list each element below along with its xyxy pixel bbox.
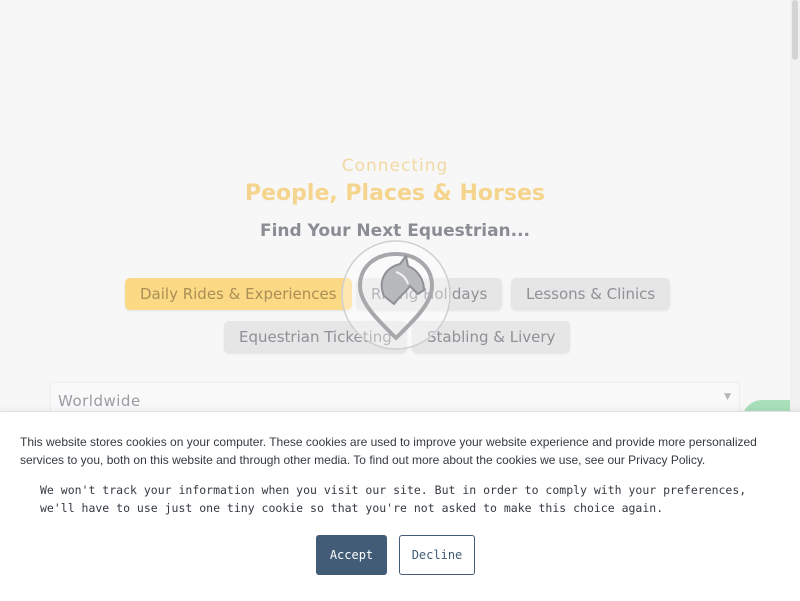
category-daily-rides-button[interactable]: Daily Rides & Experiences bbox=[125, 278, 352, 310]
category-lessons-clinics-button[interactable]: Lessons & Clinics bbox=[511, 278, 671, 310]
decline-cookies-button[interactable]: Decline bbox=[399, 535, 475, 575]
hero-tagline: Connecting bbox=[341, 156, 449, 176]
cookie-tracking-text: We won't track your information when you… bbox=[40, 483, 747, 515]
region-select-value: Worldwide bbox=[58, 392, 141, 410]
dropdown-arrow-icon: ▼ bbox=[724, 392, 731, 402]
cookie-banner: This website stores cookies on your comp… bbox=[0, 411, 800, 601]
accept-cookies-button[interactable]: Accept bbox=[316, 535, 387, 575]
scrollbar-thumb[interactable] bbox=[792, 0, 798, 60]
cookie-notice-text: This website stores cookies on your comp… bbox=[20, 435, 757, 467]
hero-headline: People, Places & Horses bbox=[245, 181, 545, 206]
horse-location-pin-icon bbox=[341, 240, 451, 350]
